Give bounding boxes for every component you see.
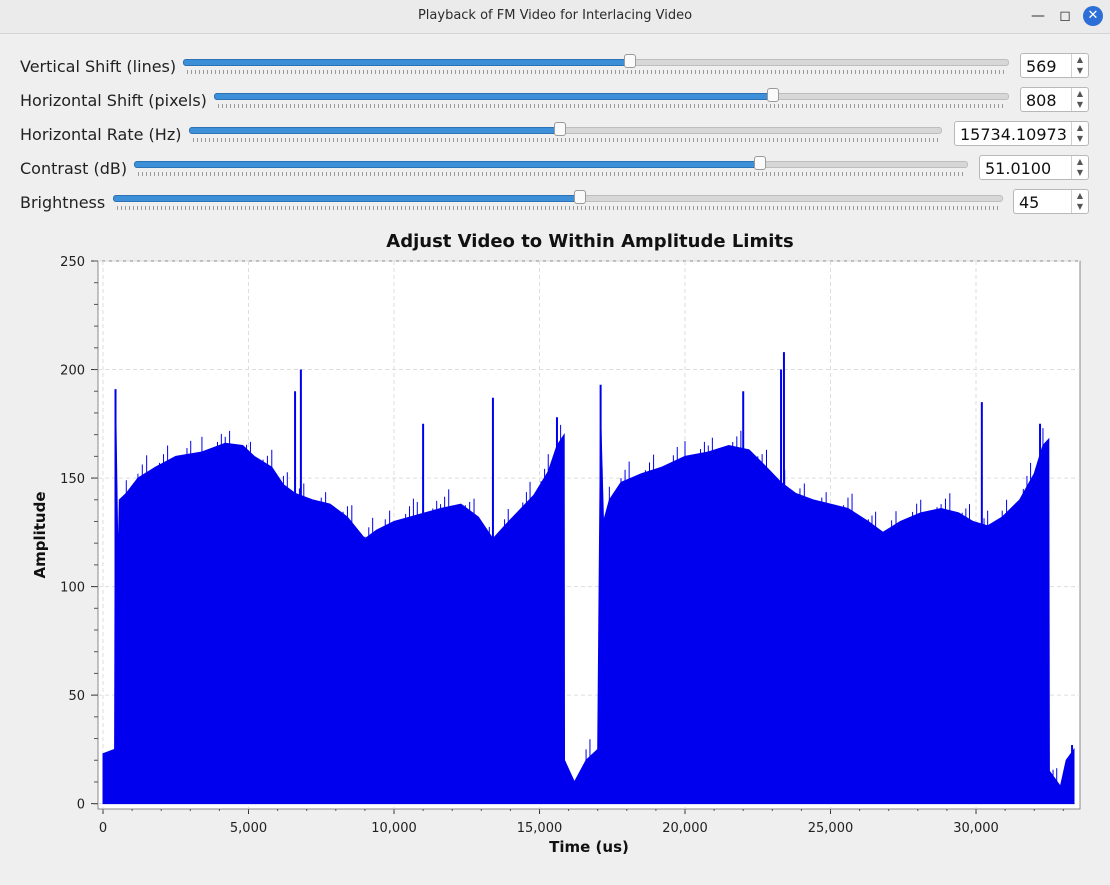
y-tick-label: 150 — [60, 472, 85, 487]
x-tick-label: 10,000 — [371, 821, 417, 836]
slider-fill — [113, 195, 582, 202]
spin-arrows-icon[interactable]: ▲ ▼ — [1071, 54, 1088, 77]
brightness-value[interactable]: 45 — [1019, 193, 1039, 212]
contrast-slider[interactable] — [134, 151, 968, 185]
spin-arrows-icon[interactable]: ▲ ▼ — [1071, 156, 1088, 179]
horizontal-rate-label: Horizontal Rate (Hz) — [20, 125, 182, 144]
amplitude-chart[interactable]: 0 5,000 10,000 15,000 20,000 25,000 30,000 0 50… — [0, 255, 1110, 880]
vertical-shift-label: Vertical Shift (lines) — [20, 57, 177, 76]
control-row-contrast: Contrast (dB) 51.0100 ▲ ▼ — [0, 151, 1110, 185]
window-title: Playback of FM Video for Interlacing Vid… — [417, 8, 693, 23]
brightness-slider[interactable] — [113, 185, 1003, 219]
horizontal-shift-label: Horizontal Shift (pixels) — [20, 91, 207, 110]
vertical-shift-value[interactable]: 569 — [1026, 57, 1057, 76]
slider-handle[interactable] — [554, 122, 566, 136]
spin-arrows-icon[interactable]: ▲ ▼ — [1071, 122, 1088, 145]
slider-ticks — [193, 138, 938, 142]
slider-handle[interactable] — [624, 54, 636, 68]
slider-fill — [183, 59, 632, 66]
close-icon[interactable]: ✕ — [1083, 6, 1103, 26]
maximize-icon[interactable]: ◻ — [1055, 6, 1075, 26]
slider-handle[interactable] — [767, 88, 779, 102]
x-tick-label: 20,000 — [662, 821, 708, 836]
x-tick-label: 15,000 — [517, 821, 563, 836]
minimize-icon[interactable]: — — [1028, 6, 1048, 26]
slider-ticks — [218, 104, 1005, 108]
horizontal-rate-slider[interactable] — [189, 117, 942, 151]
slider-ticks — [117, 206, 999, 210]
x-tick-label: 0 — [99, 821, 107, 836]
control-row-horizontal-rate: Horizontal Rate (Hz) 15734.10973 ▲ ▼ — [0, 117, 1110, 151]
x-axis-ticks: 0 5,000 10,000 15,000 20,000 25,000 30,000 — [99, 809, 1064, 836]
slider-handle[interactable] — [574, 190, 586, 204]
y-tick-label: 50 — [68, 689, 85, 704]
y-tick-label: 250 — [60, 255, 85, 270]
control-row-brightness: Brightness 45 ▲ ▼ — [0, 185, 1110, 219]
slider-ticks — [187, 70, 1005, 74]
x-tick-label: 5,000 — [230, 821, 267, 836]
x-tick-label: 25,000 — [808, 821, 854, 836]
horizontal-shift-value[interactable]: 808 — [1026, 91, 1057, 110]
control-row-vertical-shift: Vertical Shift (lines) 569 ▲ ▼ — [0, 49, 1110, 83]
slider-fill — [134, 161, 762, 168]
y-tick-label: 0 — [77, 798, 85, 813]
vertical-shift-spinbox[interactable]: 569 ▲ ▼ — [1020, 53, 1089, 78]
y-axis-ticks: 0 50 100 150 200 250 — [60, 255, 98, 813]
control-row-horizontal-shift: Horizontal Shift (pixels) 808 ▲ ▼ — [0, 83, 1110, 117]
title-bar: Playback of FM Video for Interlacing Vid… — [0, 0, 1110, 34]
slider-handle[interactable] — [754, 156, 766, 170]
contrast-label: Contrast (dB) — [20, 159, 128, 178]
slider-fill — [214, 93, 775, 100]
contrast-spinbox[interactable]: 51.0100 ▲ ▼ — [979, 155, 1089, 180]
x-tick-label: 30,000 — [953, 821, 999, 836]
chart-title: Adjust Video to Within Amplitude Limits — [386, 231, 794, 252]
horizontal-shift-slider[interactable] — [214, 83, 1009, 117]
x-axis-label: Time (us) — [549, 838, 629, 856]
brightness-label: Brightness — [20, 193, 106, 212]
y-tick-label: 100 — [60, 581, 85, 596]
slider-ticks — [138, 172, 964, 176]
horizontal-rate-value[interactable]: 15734.10973 — [960, 125, 1067, 144]
brightness-spinbox[interactable]: 45 ▲ ▼ — [1013, 189, 1089, 214]
horizontal-rate-spinbox[interactable]: 15734.10973 ▲ ▼ — [954, 121, 1089, 146]
vertical-shift-slider[interactable] — [183, 49, 1009, 83]
slider-fill — [189, 127, 562, 134]
spin-arrows-icon[interactable]: ▲ ▼ — [1071, 88, 1088, 111]
y-tick-label: 200 — [60, 364, 85, 379]
spin-arrows-icon[interactable]: ▲ ▼ — [1071, 190, 1088, 213]
contrast-value[interactable]: 51.0100 — [985, 159, 1051, 178]
horizontal-shift-spinbox[interactable]: 808 ▲ ▼ — [1020, 87, 1089, 112]
y-axis-label: Amplitude — [31, 491, 49, 578]
